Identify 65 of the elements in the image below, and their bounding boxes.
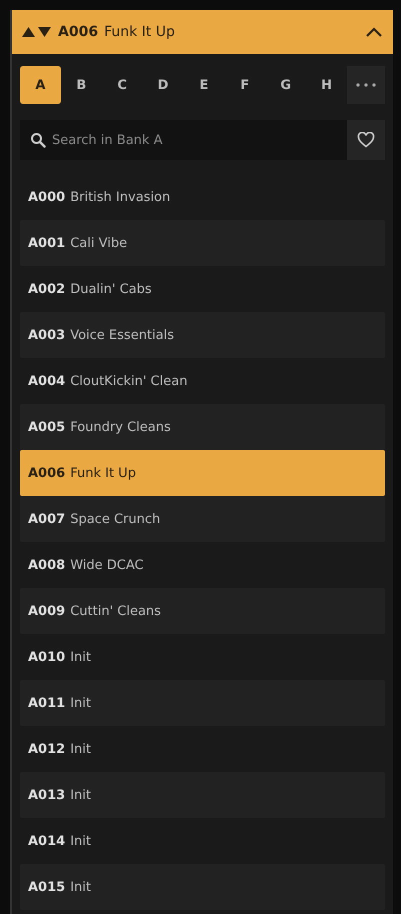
preset-row[interactable]: A010 Init <box>20 634 385 680</box>
preset-row[interactable]: A009 Cuttin' Cleans <box>20 588 385 634</box>
preset-row[interactable]: A003 Voice Essentials <box>20 312 385 358</box>
preset-code: A004 <box>28 374 66 388</box>
preset-code: A009 <box>28 604 66 618</box>
bank-tab[interactable]: D <box>142 66 184 104</box>
preset-row[interactable]: A004 CloutKickin' Clean <box>20 358 385 404</box>
bank-tab[interactable]: C <box>102 66 143 104</box>
preset-row[interactable]: A006 Funk It Up <box>20 450 385 496</box>
preset-code: A013 <box>28 788 66 802</box>
preset-name: Dualin' Cabs <box>70 282 152 296</box>
preset-code: A015 <box>28 880 66 894</box>
search-field[interactable]: Search in Bank A <box>20 120 347 160</box>
favorite-button[interactable] <box>347 120 385 160</box>
preset-name: Voice Essentials <box>70 328 174 342</box>
preset-code: A011 <box>28 696 66 710</box>
preset-row[interactable]: A002 Dualin' Cabs <box>20 266 385 312</box>
preset-header[interactable]: A006 Funk It Up <box>12 10 393 54</box>
preset-code: A007 <box>28 512 66 526</box>
bank-tab[interactable]: E <box>184 66 224 104</box>
preset-name: Funk It Up <box>104 24 176 40</box>
preset-row[interactable]: A000 British Invasion <box>20 174 385 220</box>
preset-row[interactable]: A013 Init <box>20 772 385 818</box>
bank-tab[interactable]: A <box>20 66 61 104</box>
preset-code: A010 <box>28 650 66 664</box>
preset-name: Init <box>70 788 91 802</box>
preset-code: A006 <box>28 466 66 480</box>
preset-name: Funk It Up <box>70 466 136 480</box>
preset-code: A014 <box>28 834 66 848</box>
preset-code: A012 <box>28 742 66 756</box>
chevron-icon <box>365 26 383 38</box>
preset-row[interactable]: A005 Foundry Cleans <box>20 404 385 450</box>
bank-tab[interactable]: G <box>265 66 306 104</box>
preset-code: A002 <box>28 282 66 296</box>
preset-name: Init <box>70 880 91 894</box>
preset-name: Init <box>70 742 91 756</box>
preset-code: A003 <box>28 328 66 342</box>
preset-name: Space Crunch <box>70 512 160 526</box>
preset-name: Foundry Cleans <box>70 420 171 434</box>
preset-row[interactable]: A007 Space Crunch <box>20 496 385 542</box>
preset-row[interactable]: A011 Init <box>20 680 385 726</box>
preset-row[interactable]: A001 Cali Vibe <box>20 220 385 266</box>
preset-code: A005 <box>28 420 66 434</box>
heart-icon <box>357 132 375 148</box>
preset-code: A001 <box>28 236 66 250</box>
preset-name: Init <box>70 696 91 710</box>
preset-code: A006 <box>58 24 98 40</box>
preset-name: CloutKickin' Clean <box>70 374 188 388</box>
up-down-arrows-icon <box>22 26 52 38</box>
bank-tab[interactable]: F <box>224 66 266 104</box>
preset-name: Cali Vibe <box>70 236 128 250</box>
preset-row[interactable]: A014 Init <box>20 818 385 864</box>
preset-name: Init <box>70 834 91 848</box>
bank-tab[interactable]: B <box>60 66 102 104</box>
bank-tab[interactable]: H <box>306 66 347 104</box>
preset-row[interactable]: A008 Wide DCAC <box>20 542 385 588</box>
preset-code: A008 <box>28 558 66 572</box>
preset-name: British Invasion <box>70 190 170 204</box>
preset-name: Cuttin' Cleans <box>70 604 161 618</box>
preset-row[interactable]: A012 Init <box>20 726 385 772</box>
preset-code: A000 <box>28 190 66 204</box>
preset-name: Init <box>70 650 91 664</box>
more-icon <box>356 83 376 87</box>
preset-name: Wide DCAC <box>70 558 144 572</box>
preset-row[interactable]: A015 Init <box>20 864 385 910</box>
